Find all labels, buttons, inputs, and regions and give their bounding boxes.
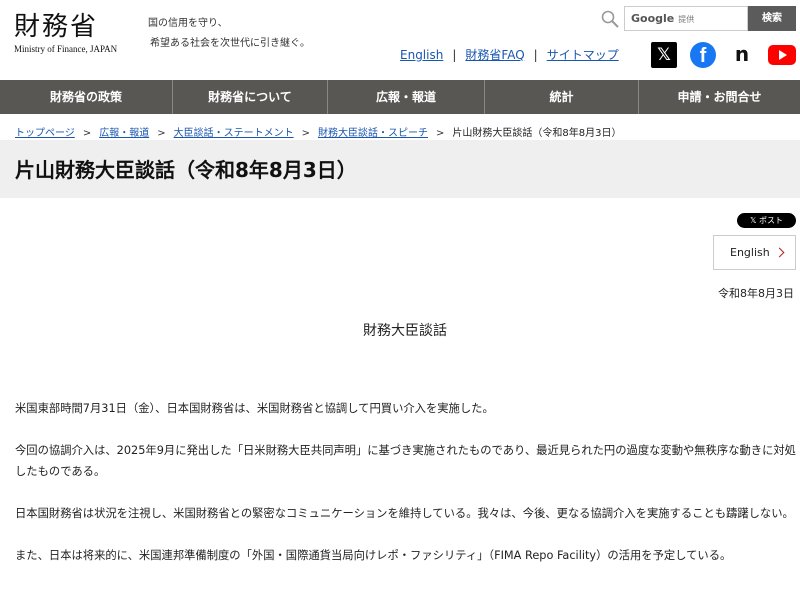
breadcrumb-speeches[interactable]: 財務大臣談話・スピーチ [318,128,428,139]
breadcrumb-press[interactable]: 広報・報道 [99,128,149,139]
search-input[interactable]: Google 提供 [624,6,748,31]
global-nav: 財務省の政策 財務省について 広報・報道 統計 申請・お問合せ [0,80,800,114]
gnav-item-statistics[interactable]: 統計 [484,80,638,114]
english-link[interactable]: English [400,48,443,62]
breadcrumb-statements[interactable]: 大臣談話・ステートメント [174,128,294,139]
gnav-item-applications[interactable]: 申請・お問合せ [638,80,800,114]
site-header: 財務省 Ministry of Finance, JAPAN 国の信用を守り、 … [0,0,800,80]
breadcrumb-separator: > [82,128,92,139]
gnav-item-about[interactable]: 財務省について [172,80,327,114]
breadcrumb-current: 片山財務大臣談話（令和8年8月3日） [452,128,622,139]
facebook-icon[interactable]: f [690,42,716,68]
search-provider: Google [631,12,675,25]
separator: | [533,48,538,62]
post-label: ポスト [759,216,783,225]
english-version-button[interactable]: English [713,235,796,270]
title-band: 片山財務大臣談話（令和8年8月3日） [0,140,800,198]
paragraph: 米国東部時間7月31日（金）、日本国財務省は、米国財務省と協調して円買い介入を実… [15,402,494,415]
gnav-item-policy[interactable]: 財務省の政策 [0,80,172,114]
logo-subtitle: Ministry of Finance, JAPAN [14,44,118,54]
breadcrumb: トップページ > 広報・報道 > 大臣談話・ステートメント > 財務大臣談話・スピーチ > 片山… [15,124,621,139]
separator: | [452,48,457,62]
logo-title: 財務省 [14,12,99,42]
publish-date: 令和8年8月3日 [718,287,794,300]
breadcrumb-separator: > [435,128,445,139]
search-provider-suffix: 提供 [678,15,695,24]
document-heading: 財務大臣談話 [363,323,447,339]
breadcrumb-separator: > [157,128,166,139]
mof-logo[interactable]: 財務省 Ministry of Finance, JAPAN [14,12,117,54]
gnav-item-press[interactable]: 広報・報道 [327,80,484,114]
breadcrumb-separator: > [301,128,310,139]
paragraph: 日本国財務省は状況を注視し、米国財務省との緊密なコミュニケーションを維持している… [15,507,794,520]
site-search: Google 提供 検索 [598,6,796,31]
faq-link[interactable]: 財務省FAQ [465,48,524,62]
search-button[interactable]: 検索 [748,6,796,31]
motto: 国の信用を守り、 希望ある社会を次世代に引き継ぐ。 [148,14,310,54]
chevron-right-icon [774,247,785,258]
sitemap-link[interactable]: サイトマップ [547,48,619,62]
english-button-label: English [730,246,770,259]
x-small-icon: 𝕏 [750,216,759,225]
motto-line-1: 国の信用を守り、 [148,18,228,29]
note-icon[interactable]: n [729,42,755,68]
page-title: 片山財務大臣談話（令和8年8月3日） [15,158,357,182]
paragraph: 今回の協調介入は、2025年9月に発出した「日米財務大臣共同声明」に基づき実施さ… [15,444,796,478]
breadcrumb-top[interactable]: トップページ [15,128,75,139]
youtube-icon[interactable] [768,45,796,65]
x-post-button[interactable]: 𝕏 ポスト [737,213,796,228]
statement-body: 米国東部時間7月31日（金）、日本国財務省は、米国財務省と協調して円買い介入を実… [15,398,797,587]
x-icon[interactable]: 𝕏 [651,42,677,68]
paragraph: また、日本は将来的に、米国連邦準備制度の「外国・国際通貨当局向けレポ・ファシリテ… [15,549,732,562]
motto-line-2: 希望ある社会を次世代に引き継ぐ。 [150,38,310,49]
utility-links: English | 財務省FAQ | サイトマップ [400,46,619,63]
search-icon [601,10,619,28]
